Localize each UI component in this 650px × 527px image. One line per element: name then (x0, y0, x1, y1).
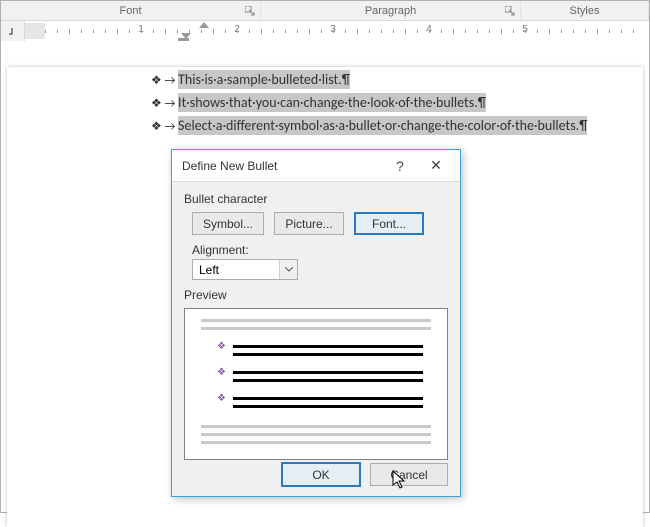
preview-bullet-icon: ❖ (217, 367, 226, 378)
dialog-title: Define New Bullet (182, 159, 277, 173)
alignment-label: Alignment: (192, 243, 448, 257)
list-item: ❖ → This·is·a·sample·bulleted·list.¶ (151, 69, 641, 92)
ribbon-group-font: Font (1, 1, 261, 20)
list-item: ❖ → It·shows·that·you·can·change·the·loo… (151, 92, 641, 115)
list-text: It·shows·that·you·can·change·the·look·of… (178, 93, 486, 112)
alignment-select[interactable]: Left (192, 259, 298, 280)
preview-bullet-icon: ❖ (217, 393, 226, 404)
preview-fieldset: ❖ ❖ ❖ (184, 308, 448, 460)
close-icon: ✕ (430, 157, 442, 174)
list-text: This·is·a·sample·bulleted·list.¶ (178, 70, 350, 89)
chevron-down-icon (279, 260, 297, 279)
bullet-glyph-icon: ❖ → (151, 74, 178, 88)
list-item: ❖ → Select·a·different·symbol·as·a·bulle… (151, 115, 641, 138)
ribbon-group-styles: Styles (521, 1, 649, 20)
preview-pane: ❖ ❖ ❖ (184, 308, 448, 460)
ribbon-group-paragraph: Paragraph (261, 1, 521, 20)
symbol-button[interactable]: Symbol... (192, 212, 264, 235)
cancel-button[interactable]: Cancel (370, 463, 448, 486)
list-text: Select·a·different·symbol·as·a·bullet·or… (178, 116, 587, 135)
tab-selector[interactable] (1, 21, 25, 41)
dialog-titlebar[interactable]: Define New Bullet ? ✕ (172, 150, 460, 182)
ribbon-group-labels: Font Paragraph Styles (1, 1, 649, 21)
define-new-bullet-dialog: Define New Bullet ? ✕ Bullet character S… (171, 149, 461, 497)
first-line-indent-marker[interactable] (199, 22, 209, 28)
preview-label: Preview (184, 288, 448, 302)
dialog-launcher-icon[interactable] (503, 4, 517, 18)
ribbon-label: Font (119, 5, 141, 17)
preview-bullet-icon: ❖ (217, 341, 226, 352)
ruler-margin (25, 23, 45, 39)
help-button[interactable]: ? (382, 152, 418, 180)
ok-button[interactable]: OK (282, 463, 360, 486)
ribbon-label: Styles (570, 5, 600, 17)
alignment-value: Left (193, 263, 279, 277)
bullet-glyph-icon: ❖ → (151, 120, 178, 134)
ribbon-label: Paragraph (365, 5, 416, 17)
close-button[interactable]: ✕ (418, 152, 454, 180)
horizontal-ruler[interactable]: 1 2 3 4 5 (25, 21, 649, 41)
bullet-glyph-icon: ❖ → (151, 97, 178, 111)
group-label-bullet-char: Bullet character (184, 192, 448, 206)
picture-button[interactable]: Picture... (274, 212, 344, 235)
ruler-row: 1 2 3 4 5 (1, 21, 649, 41)
help-icon: ? (396, 158, 404, 174)
font-button[interactable]: Font... (354, 212, 424, 235)
dialog-launcher-icon[interactable] (243, 4, 257, 18)
document-content[interactable]: ❖ → This·is·a·sample·bulleted·list.¶ ❖ →… (151, 69, 641, 138)
